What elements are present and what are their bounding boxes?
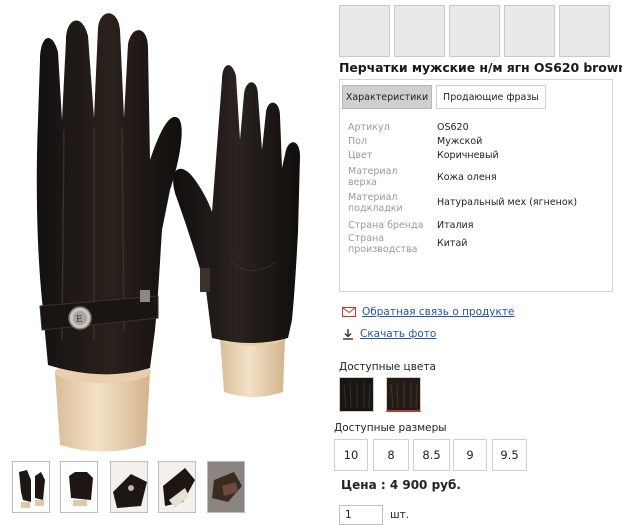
product-title: Перчатки мужские н/м ягн OS620 brown (339, 60, 622, 75)
thumbnail-4[interactable] (158, 461, 196, 513)
download-photo-link[interactable]: Скачать фото (360, 328, 436, 340)
download-link-row: Скачать фото (342, 328, 436, 340)
thumb-gloves-pair-icon (13, 462, 49, 512)
glove-swatch-icon (387, 378, 420, 410)
size-option-9[interactable]: 9 (453, 439, 487, 471)
spec-value: Мужской (437, 136, 483, 147)
thumbnail-1[interactable] (12, 461, 50, 513)
feedback-link[interactable]: Обратная связь о продукте (362, 306, 514, 318)
quantity-input[interactable] (339, 505, 383, 525)
thumb-glove-detail-icon (111, 462, 147, 512)
spec-label: Страна бренда (348, 220, 424, 231)
spec-value: Коричневый (437, 150, 499, 161)
available-colors-label: Доступные цвета (339, 361, 436, 373)
gallery-slot-1[interactable] (339, 5, 390, 57)
gallery-slot-2[interactable] (394, 5, 445, 57)
size-option-10[interactable]: 10 (334, 439, 368, 471)
size-option-9-5[interactable]: 9.5 (492, 439, 527, 471)
thumbnail-5[interactable] (207, 461, 245, 513)
feedback-link-row: Обратная связь о продукте (342, 306, 514, 318)
spec-label: Материал верха (348, 166, 398, 188)
spec-label: Материал подкладки (348, 192, 403, 214)
color-swatch-brown[interactable] (386, 377, 421, 412)
gallery-slot-3[interactable] (449, 5, 500, 57)
quantity-unit: шт. (390, 509, 410, 521)
spec-value: Китай (437, 238, 468, 249)
thumb-glove-closeup-icon (208, 462, 244, 512)
main-product-image[interactable]: E (0, 0, 330, 455)
spec-value: OS620 (437, 122, 469, 133)
tab-characteristics[interactable]: Характеристики (342, 85, 432, 109)
spec-value: Натуральный мех (ягненок) (437, 197, 578, 208)
spec-label: Цвет (348, 150, 373, 161)
price-text: Цена : 4 900 руб. (341, 478, 461, 492)
spec-label: Страна производства (348, 233, 418, 255)
download-icon (343, 329, 353, 340)
specs-panel: Характеристики Продающие фразы Артикул O… (339, 79, 613, 292)
size-option-8-5[interactable]: 8.5 (413, 439, 450, 471)
gallery-slot-5[interactable] (559, 5, 610, 57)
color-swatch-black[interactable] (339, 377, 374, 412)
gloves-photo: E (36, 13, 300, 452)
spec-value: Кожа оленя (437, 172, 497, 183)
thumb-glove-back-icon (61, 462, 97, 512)
tab-selling-phrases[interactable]: Продающие фразы (436, 85, 546, 109)
thumbnail-strip (12, 461, 247, 513)
glove-swatch-icon (340, 378, 373, 411)
spec-label: Артикул (348, 122, 390, 133)
spec-value: Италия (437, 220, 474, 231)
mail-icon (342, 307, 356, 317)
thumbnail-2[interactable] (60, 461, 98, 513)
gallery-slot-4[interactable] (504, 5, 555, 57)
available-sizes-label: Доступные размеры (334, 422, 447, 434)
thumbnail-3[interactable] (110, 461, 148, 513)
thumb-glove-lining-icon (159, 462, 195, 512)
spec-label: Пол (348, 136, 368, 147)
svg-text:E: E (76, 315, 83, 325)
size-option-8[interactable]: 8 (373, 439, 409, 471)
